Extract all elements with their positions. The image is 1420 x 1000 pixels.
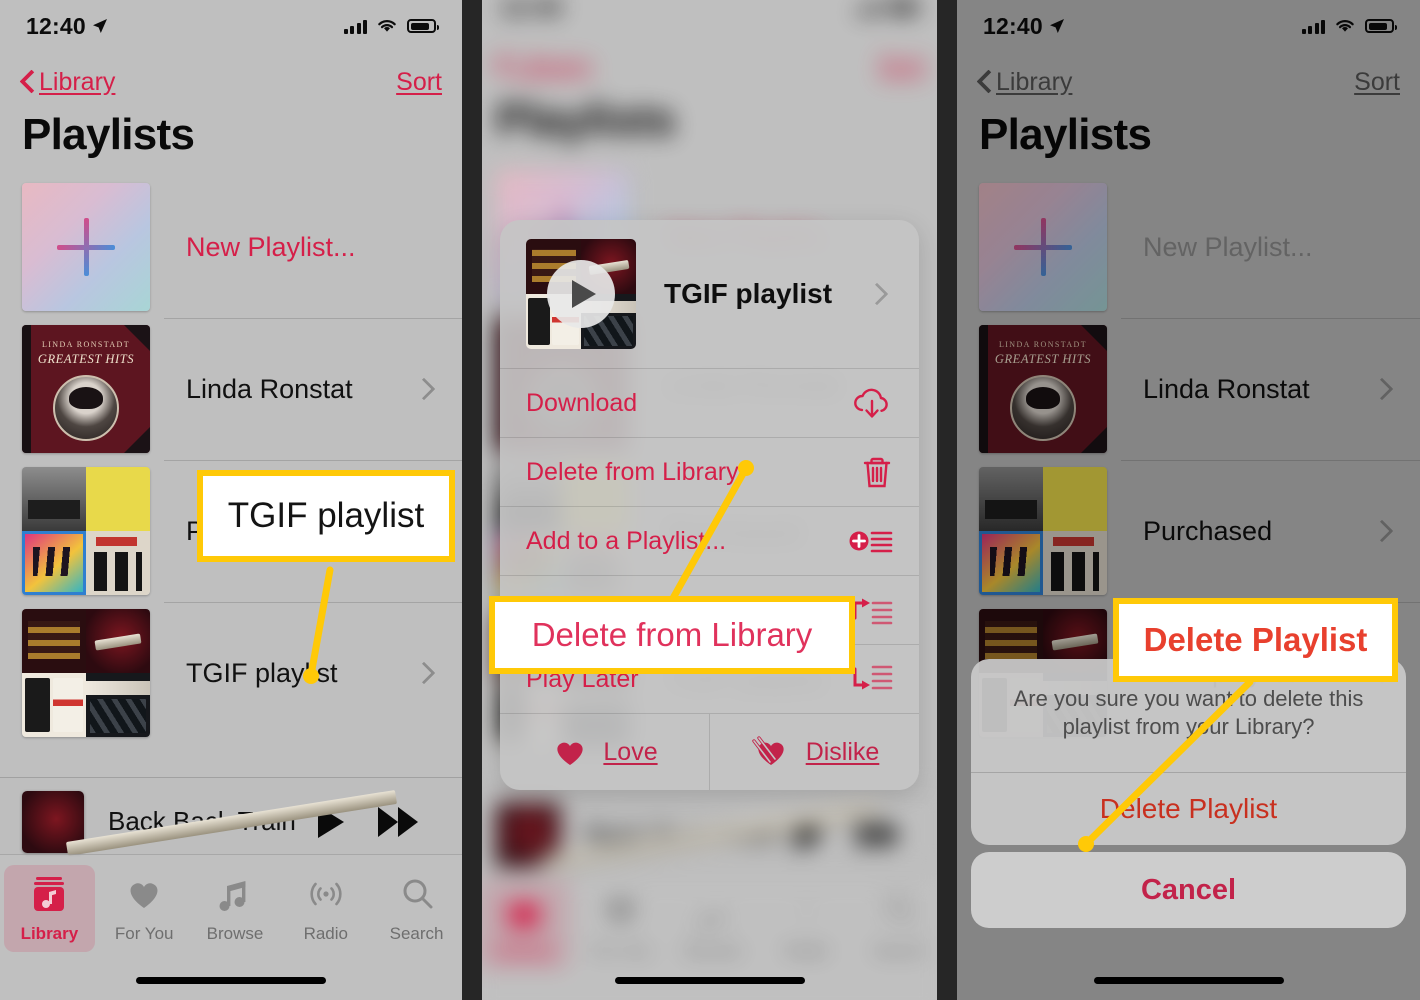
callout-delete-playlist: Delete Playlist	[1113, 598, 1398, 682]
callout-label: TGIF playlist	[227, 496, 425, 535]
callout-delete-from-library: Delete from Library	[489, 596, 855, 674]
callout-tgif-playlist: TGIF playlist	[197, 470, 455, 562]
callout-label: Delete from Library	[531, 616, 813, 653]
callout-label: Delete Playlist	[1143, 621, 1368, 658]
tutorial-screenshot-strip: 12:40 Library Sort Playlists New Playlis…	[0, 0, 1420, 1000]
